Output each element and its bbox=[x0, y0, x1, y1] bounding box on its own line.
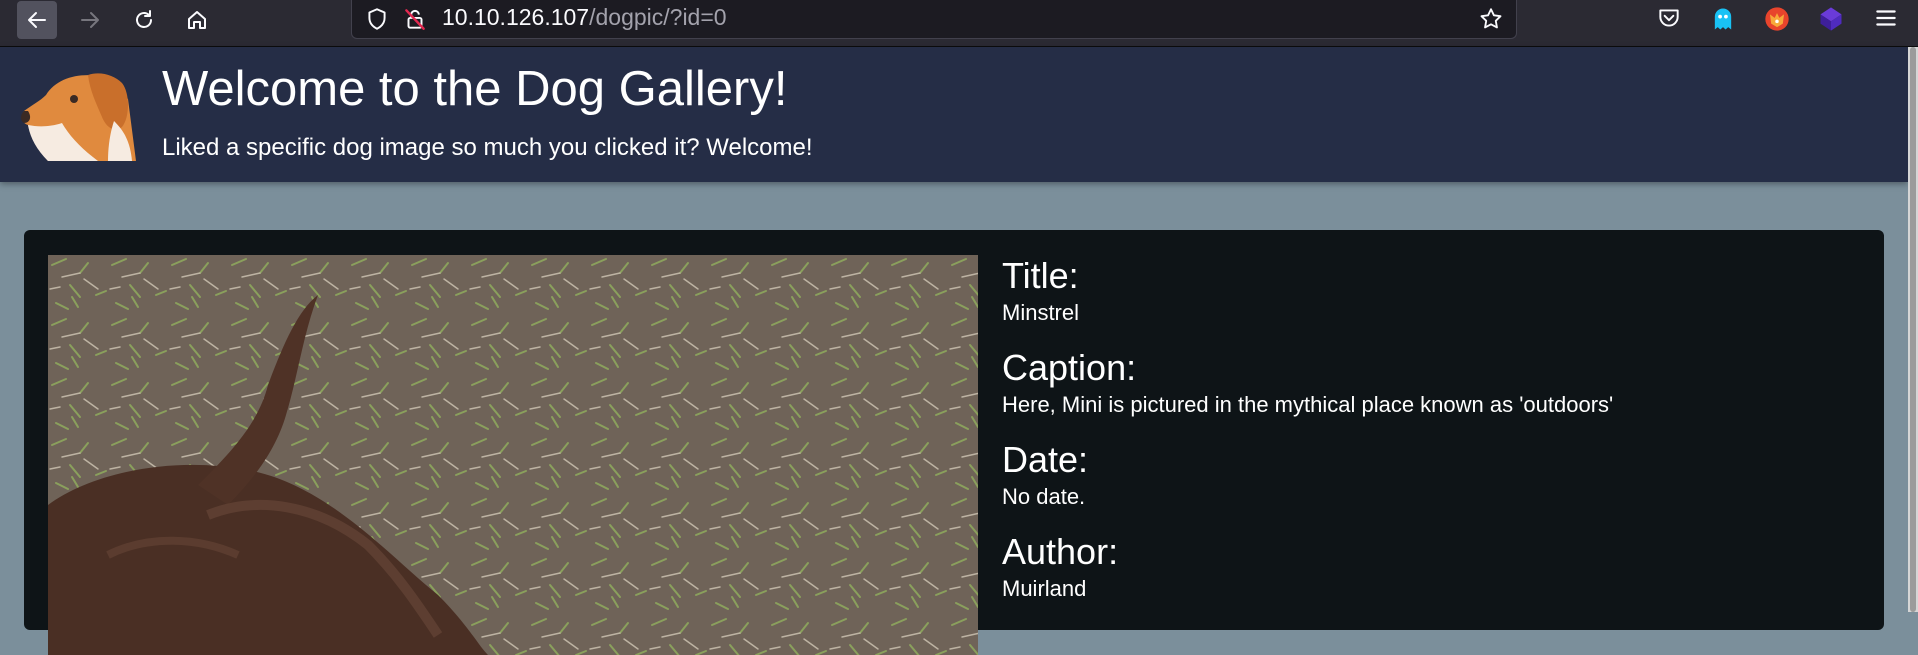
dog-head-icon bbox=[21, 73, 137, 161]
back-button[interactable] bbox=[17, 1, 57, 39]
dog-photo bbox=[48, 255, 978, 655]
reload-icon bbox=[136, 10, 152, 28]
page-scrollbar[interactable] bbox=[1908, 47, 1918, 612]
dog-details: Title: Minstrel Caption: Here, Mini is p… bbox=[1002, 254, 1613, 622]
fox-extension-icon[interactable] bbox=[1763, 5, 1791, 33]
url-text[interactable]: 10.10.126.107/dogpic/?id=0 bbox=[442, 4, 727, 31]
author-value: Muirland bbox=[1002, 576, 1087, 601]
shield-icon[interactable] bbox=[364, 6, 390, 32]
reload-button[interactable] bbox=[124, 1, 164, 39]
home-icon bbox=[188, 11, 206, 29]
date-label: Date: bbox=[1002, 439, 1089, 480]
insecure-lock-icon[interactable] bbox=[402, 6, 428, 32]
date-value: No date. bbox=[1002, 484, 1086, 509]
url-path: /dogpic/?id=0 bbox=[589, 4, 727, 30]
bookmark-star-icon[interactable] bbox=[1478, 6, 1504, 32]
url-bar[interactable]: 10.10.126.107/dogpic/?id=0 bbox=[351, 0, 1517, 39]
browser-toolbar: 10.10.126.107/dogpic/?id=0 bbox=[0, 0, 1918, 47]
author-label: Author: bbox=[1002, 531, 1119, 572]
title-label: Title: bbox=[1002, 255, 1079, 296]
back-arrow-icon bbox=[28, 12, 46, 28]
hamburger-menu-icon[interactable] bbox=[1873, 5, 1899, 31]
forward-button[interactable] bbox=[70, 1, 110, 39]
dog-card: Title: Minstrel Caption: Here, Mini is p… bbox=[24, 230, 1884, 655]
url-host: 10.10.126.107 bbox=[442, 4, 590, 30]
ghost-extension-icon[interactable] bbox=[1709, 5, 1737, 33]
cube-extension-icon[interactable] bbox=[1817, 5, 1845, 33]
home-button[interactable] bbox=[177, 1, 217, 39]
scrollbar-thumb[interactable] bbox=[1910, 47, 1916, 612]
caption-label: Caption: bbox=[1002, 347, 1137, 388]
forward-arrow-icon bbox=[81, 12, 99, 28]
site-header: Welcome to the Dog Gallery! Liked a spec… bbox=[0, 47, 1908, 182]
page-subtitle: Liked a specific dog image so much you c… bbox=[162, 134, 813, 161]
pocket-icon[interactable] bbox=[1656, 5, 1682, 31]
title-value: Minstrel bbox=[1002, 300, 1080, 325]
page-title: Welcome to the Dog Gallery! bbox=[162, 62, 788, 116]
caption-value: Here, Mini is pictured in the mythical p… bbox=[1002, 392, 1614, 417]
